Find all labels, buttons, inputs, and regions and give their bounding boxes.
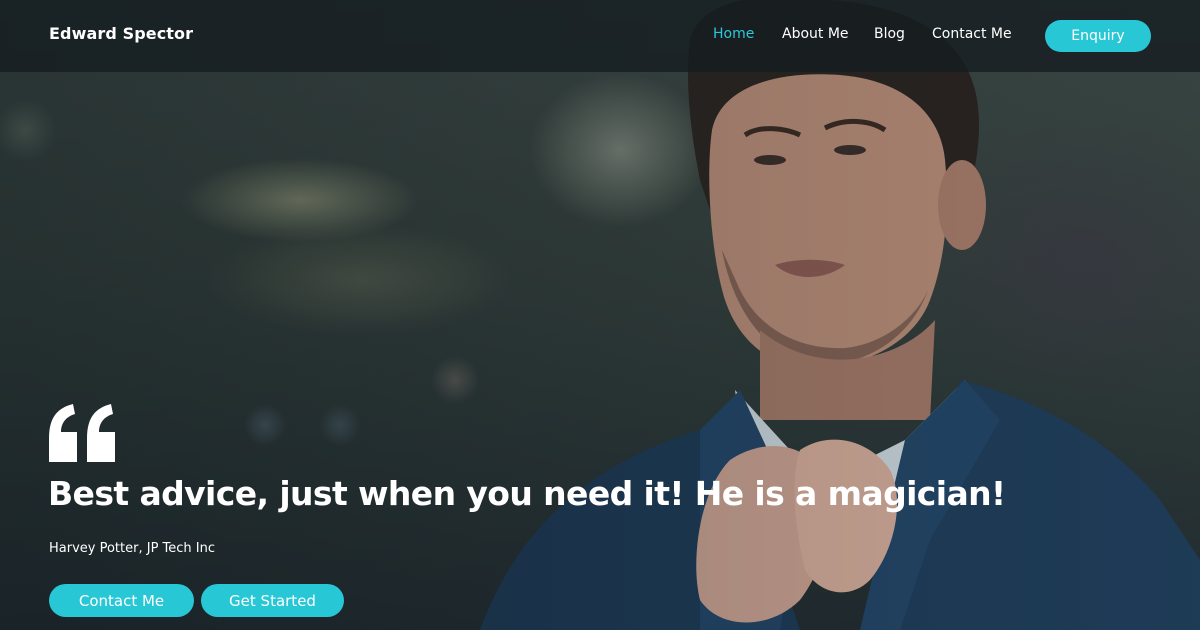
enquiry-button[interactable]: Enquiry	[1045, 20, 1151, 52]
testimonial-headline: Best advice, just when you need it! He i…	[48, 474, 1006, 513]
quote-icon	[49, 404, 115, 462]
testimonial-attribution: Harvey Potter, JP Tech Inc	[49, 541, 216, 556]
nav-link-blog[interactable]: Blog	[874, 26, 905, 42]
hero-overlay	[0, 0, 1200, 630]
contact-me-button[interactable]: Contact Me	[49, 584, 194, 617]
top-navbar: Edward Spector Home About Me Blog Contac…	[0, 0, 1200, 72]
get-started-button[interactable]: Get Started	[201, 584, 344, 617]
nav-link-contact-me[interactable]: Contact Me	[932, 26, 1012, 42]
hero-page: Edward Spector Home About Me Blog Contac…	[0, 0, 1200, 630]
brand-logo[interactable]: Edward Spector	[49, 24, 193, 43]
nav-link-home[interactable]: Home	[713, 26, 754, 42]
nav-link-about-me[interactable]: About Me	[782, 26, 849, 42]
